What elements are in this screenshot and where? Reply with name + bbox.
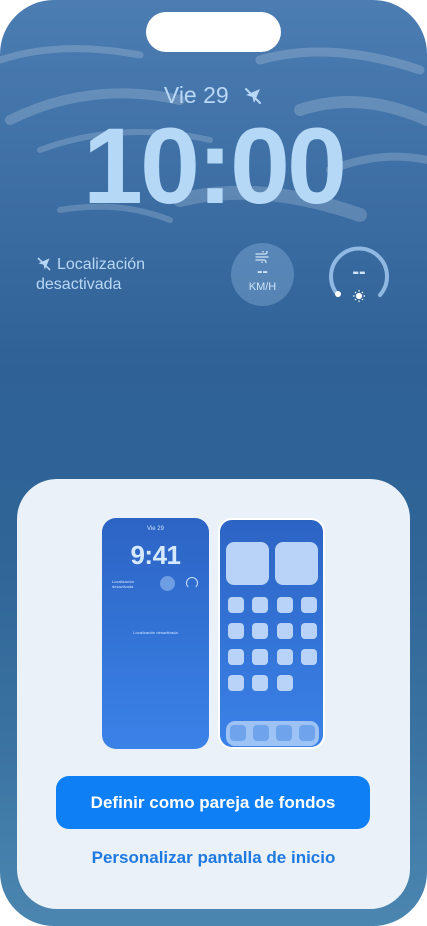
uv-gauge-widget[interactable]: -- [326,243,392,309]
preview-wind-widget [160,576,175,591]
preview-dock [226,721,319,746]
location-widget[interactable]: Localización desactivada [36,255,145,295]
lock-screen-preview[interactable]: Vie 29 9:41 Localización desactivada Loc… [102,518,209,749]
dynamic-island [146,12,281,52]
preview-app-icon [228,597,244,613]
wind-unit: KM/H [248,281,277,293]
customize-home-screen-link[interactable]: Personalizar pantalla de inicio [0,848,427,868]
preview-date: Vie 29 [147,526,164,532]
preview-app-icon [277,623,293,639]
gauge-value: -- [352,261,366,283]
preview-app-icon [277,597,293,613]
preview-app-icon [277,649,293,665]
preview-widget [226,542,269,585]
sun-icon [353,290,365,302]
preview-app-icon [301,623,317,639]
preview-app-icon [228,623,244,639]
preview-time: 9:41 [130,540,181,570]
preview-dock-icon [230,725,246,741]
location-off-icon [245,88,262,104]
wallpaper-pair-sheet [17,479,410,909]
preview-app-icon [301,597,317,613]
home-screen-preview[interactable] [218,518,325,749]
location-line1: Localización [57,256,146,273]
preview-app-icon [228,649,244,665]
preview-location-line2: desactivada [112,584,134,589]
preview-gauge-widget [186,577,198,589]
preview-app-icon [252,649,268,665]
set-wallpaper-pair-button[interactable]: Definir como pareja de fondos [56,776,370,829]
wind-widget[interactable]: -- KM/H [231,243,294,306]
location-off-icon [37,257,51,271]
preview-app-icon [301,649,317,665]
preview-dock-icon [299,725,315,741]
location-line2: desactivada [36,276,122,293]
preview-app-icon [277,675,293,691]
preview-location-center: Localización desactivada [133,630,178,635]
preview-location: Localización desactivada [112,579,134,589]
lock-clock: 10:00 [82,105,347,226]
preview-dock-icon [253,725,269,741]
preview-widget [275,542,318,585]
wind-value: -- [257,263,268,280]
preview-app-icon [252,623,268,639]
preview-dock-icon [276,725,292,741]
wind-icon [254,251,269,263]
preview-app-icon [252,597,268,613]
preview-app-icon [228,675,244,691]
preview-app-icon [252,675,268,691]
